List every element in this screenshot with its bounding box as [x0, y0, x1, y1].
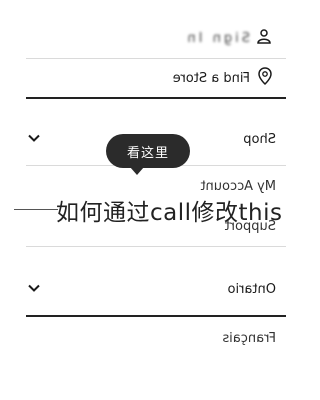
my-account-label: My Account — [200, 178, 276, 194]
speech-bubble: 看这里 — [106, 134, 190, 175]
region-row[interactable]: Ontario — [0, 274, 300, 304]
find-store-row[interactable]: Find a Store — [0, 64, 300, 92]
chevron-down-icon — [28, 132, 40, 147]
location-pin-icon — [258, 67, 272, 89]
section-divider — [26, 97, 286, 99]
account-label: Sign In — [184, 30, 250, 46]
person-icon — [256, 28, 272, 48]
section-divider — [26, 315, 286, 317]
caption-underline — [14, 209, 58, 210]
caption-text: 如何通过call修改this — [56, 200, 283, 226]
language-label: Français — [222, 330, 276, 346]
divider — [26, 246, 286, 247]
account-row[interactable]: Sign In — [0, 24, 300, 52]
region-label: Ontario — [227, 281, 276, 297]
divider — [26, 58, 286, 59]
language-row[interactable]: Français — [0, 326, 300, 350]
find-store-label: Find a Store — [172, 70, 250, 86]
chevron-down-icon — [28, 282, 40, 297]
shop-label: Shop — [243, 131, 276, 147]
